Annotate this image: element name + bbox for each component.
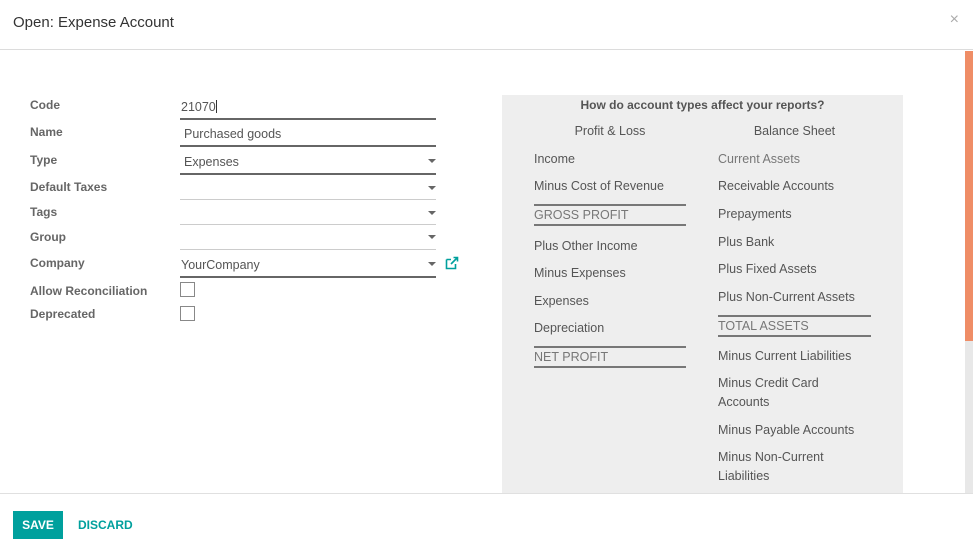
bs-item: Plus Bank (718, 235, 775, 249)
discard-button[interactable]: DISCARD (70, 511, 141, 539)
profit-loss-heading: Profit & Loss (574, 124, 646, 138)
bs-item: Minus Non-Current Liabilities (718, 450, 824, 483)
company-value: YourCompany (181, 258, 260, 272)
external-link-icon[interactable] (445, 256, 459, 270)
account-types-help-panel: How do account types affect your reports… (502, 95, 903, 493)
pl-item: Income (534, 152, 575, 166)
company-label: Company (30, 256, 85, 270)
pl-item: Minus Cost of Revenue (534, 179, 664, 193)
pl-item: Expenses (534, 294, 589, 308)
type-value: Expenses (184, 155, 239, 169)
chevron-down-icon[interactable] (428, 211, 436, 215)
group-label: Group (30, 230, 66, 244)
code-label: Code (30, 98, 60, 112)
bs-item: Current Assets (718, 152, 800, 166)
deprecated-row: Deprecated (30, 306, 470, 331)
total-assets-total: TOTAL ASSETS (718, 315, 871, 337)
bs-item: Plus Non-Current Assets (718, 290, 855, 304)
allow-reconciliation-row: Allow Reconciliation (30, 282, 470, 308)
help-title: How do account types affect your reports… (580, 98, 825, 112)
close-icon[interactable]: × (950, 11, 959, 29)
name-row: Name Purchased goods (30, 125, 470, 149)
company-select[interactable]: YourCompany (180, 254, 436, 278)
bs-item: Minus Payable Accounts (718, 423, 855, 437)
code-input[interactable]: 21070 (180, 96, 436, 120)
text-cursor (215, 100, 217, 113)
chevron-down-icon[interactable] (428, 159, 436, 163)
name-label: Name (30, 125, 63, 139)
gross-profit-total: GROSS PROFIT (534, 204, 686, 226)
default-taxes-select[interactable] (180, 176, 436, 200)
group-select[interactable] (180, 226, 436, 250)
bs-item: Minus Credit Card Accounts (718, 376, 819, 409)
dialog-header: Open: Expense Account × (0, 0, 973, 50)
code-value: 21070 (181, 100, 217, 114)
dialog-body: Code 21070 Name Purchased goods Type Exp… (0, 51, 965, 493)
type-select[interactable]: Expenses (180, 151, 436, 175)
balance-sheet-heading: Balance Sheet (753, 124, 836, 138)
net-profit-total: NET PROFIT (534, 346, 686, 368)
scrollbar[interactable] (965, 51, 973, 493)
group-row: Group (30, 230, 470, 254)
bs-item: Minus Current Liabilities (718, 349, 852, 363)
save-button[interactable]: SAVE (13, 511, 63, 539)
pl-item: Depreciation (534, 321, 605, 335)
type-label: Type (30, 153, 58, 167)
bs-item: Plus Fixed Assets (718, 262, 817, 276)
pl-item: Minus Expenses (534, 266, 626, 280)
bs-item: Prepayments (718, 207, 792, 221)
chevron-down-icon[interactable] (428, 262, 436, 266)
deprecated-label: Deprecated (30, 307, 96, 321)
pl-item: Plus Other Income (534, 239, 638, 253)
bs-item: Receivable Accounts (718, 179, 835, 193)
chevron-down-icon[interactable] (428, 235, 436, 239)
default-taxes-label: Default Taxes (30, 180, 108, 194)
tags-select[interactable] (180, 201, 436, 225)
name-input[interactable]: Purchased goods (180, 123, 436, 147)
scrollbar-thumb[interactable] (965, 51, 973, 341)
company-row: Company YourCompany (30, 256, 470, 280)
deprecated-checkbox[interactable] (180, 306, 195, 321)
type-row: Type Expenses (30, 153, 470, 177)
dialog-title: Open: Expense Account (13, 14, 174, 31)
expense-account-dialog: Open: Expense Account × Code 21070 Name … (0, 0, 973, 551)
chevron-down-icon[interactable] (428, 186, 436, 190)
allow-reconciliation-checkbox[interactable] (180, 282, 195, 297)
tags-label: Tags (30, 205, 58, 219)
code-row: Code 21070 (30, 98, 470, 122)
allow-reconciliation-label: Allow Reconciliation (30, 284, 148, 298)
name-value: Purchased goods (184, 127, 282, 141)
dialog-footer: SAVE DISCARD (0, 493, 973, 551)
